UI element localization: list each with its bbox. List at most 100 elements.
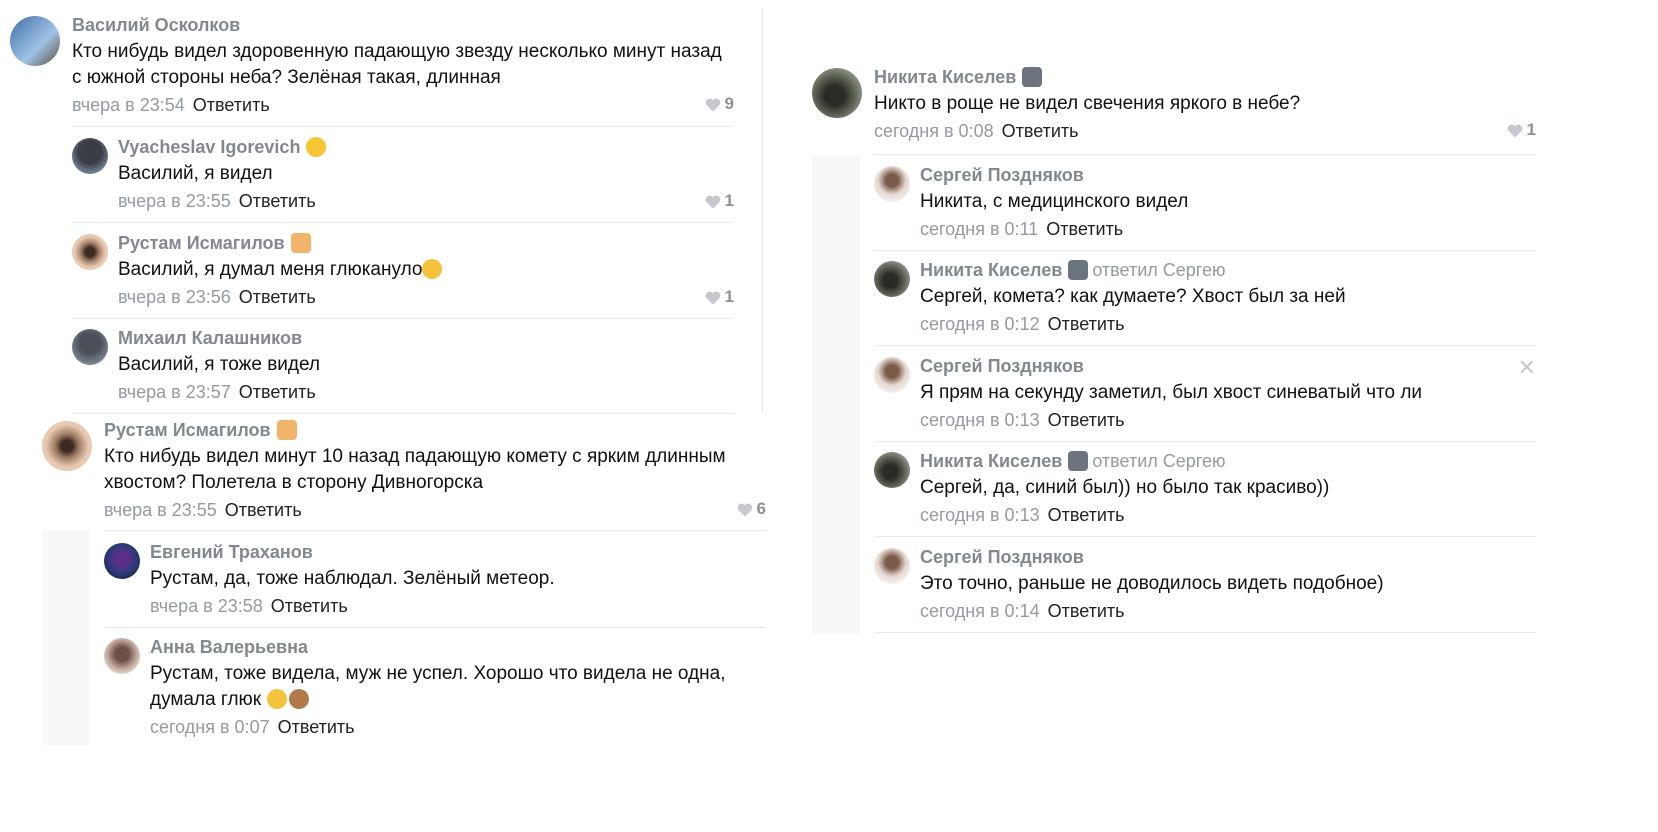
comment-time[interactable]: вчера в 23:55 [118,191,231,211]
comment-author[interactable]: Сергей Поздняков [920,546,1536,568]
thread-indent-bg [42,531,90,745]
comment-text: Я прям на секунду заметил, был хвост син… [920,382,1423,403]
comment-time[interactable]: сегодня в 0:08 [874,121,994,141]
avatar[interactable] [42,421,92,471]
comment-text: Сергей, да, синий был)) но было так крас… [920,477,1330,498]
heart-icon [737,499,757,518]
comment-time[interactable]: сегодня в 0:14 [920,601,1040,621]
like-button[interactable]: 1 [705,191,734,211]
cat-emoji-icon [276,420,297,440]
comment-author[interactable]: Евгений Траханов [150,541,766,563]
comment-text: Рустам, тоже видела, муж не успел. Хорош… [150,663,726,710]
comment-time[interactable]: вчера в 23:54 [72,95,185,115]
reply-button[interactable]: Ответить [239,191,316,211]
comment-reply: Никита Киселев ответил Сергею Сергей, да,… [874,450,1536,537]
avatar[interactable] [874,261,910,297]
comment-author[interactable]: Анна Валерьевна [150,636,766,658]
reply-button[interactable]: Ответить [1048,314,1125,334]
comment-time[interactable]: сегодня в 0:07 [150,717,270,737]
avatar[interactable] [72,138,108,174]
comment-author[interactable]: Василий Осколков [72,14,734,36]
like-count: 1 [1526,120,1536,139]
comment-time[interactable]: вчера в 23:57 [118,382,231,402]
comment-text: Никита, с медицинского видел [920,191,1189,212]
avatar[interactable] [104,638,140,674]
comment-author[interactable]: Никита Киселев [874,66,1536,88]
avatar[interactable] [874,452,910,488]
comment-text: Сергей, комета? как думаете? Хвост был з… [920,286,1346,307]
reply-button[interactable]: Ответить [239,287,316,307]
comment-root: Никита Киселев Никто в роще не видел све… [812,66,1536,155]
comment-reply: Никита Киселев ответил Сергею Сергей, ком… [874,259,1536,346]
comment-time[interactable]: вчера в 23:55 [104,500,217,520]
reply-button[interactable]: Ответить [225,500,302,520]
avatar[interactable] [72,329,108,365]
avatar[interactable] [874,357,910,393]
comment-text: Кто нибудь видел минут 10 назад падающую… [104,446,726,493]
comment-text: Василий, я видел [118,163,273,184]
comment-author[interactable]: Рустам Исмагилов [104,419,766,441]
comment-text: Никто в роще не видел свечения яркого в … [874,93,1301,114]
like-count: 6 [756,499,766,518]
separator [874,345,1536,346]
comment-time[interactable]: сегодня в 0:12 [920,314,1040,334]
separator [874,250,1536,251]
like-button[interactable]: 6 [737,499,766,519]
like-button[interactable]: 1 [1507,120,1536,140]
comment-time[interactable]: сегодня в 0:13 [920,505,1040,525]
comment-root: Рустам Исмагилов Кто нибудь видел минут … [42,419,766,531]
reply-button[interactable]: Ответить [1002,121,1079,141]
technologist-emoji-icon [1068,451,1089,471]
close-icon[interactable]: ✕ [1518,355,1536,381]
reply-button[interactable]: Ответить [271,596,348,616]
comment-author[interactable]: Михаил Калашников [118,327,734,349]
replied-to[interactable]: ответил Сергею [1092,451,1225,471]
comment-reply: Евгений Траханов Рустам, да, тоже наблюд… [104,541,766,628]
comment-reply: Анна Валерьевна Рустам, тоже видела, муж… [104,636,766,746]
avatar[interactable] [812,68,862,118]
comment-author[interactable]: Рустам Исмагилов [118,232,734,254]
comment-reply: Сергей Поздняков Я прям на секунду замет… [874,355,1536,442]
comment-author[interactable]: Сергей Поздняков [920,164,1536,186]
like-button[interactable]: 1 [705,287,734,307]
reply-button[interactable]: Ответить [1048,410,1125,430]
comment-time[interactable]: вчера в 23:58 [150,596,263,616]
comment-text: Василий, я тоже видел [118,354,321,375]
avatar[interactable] [874,548,910,584]
cat-emoji-icon [290,233,311,253]
avatar[interactable] [874,166,910,202]
comment-author[interactable]: Vyacheslav Igorevich [118,136,734,158]
reply-button[interactable]: Ответить [193,95,270,115]
like-count: 1 [724,191,734,210]
comment-time[interactable]: вчера в 23:56 [118,287,231,307]
reply-button[interactable]: Ответить [278,717,355,737]
avatar[interactable] [10,16,60,66]
like-button[interactable]: 9 [705,94,734,114]
comment-text: Это точно, раньше не доводилось видеть п… [920,573,1384,594]
comment-time[interactable]: сегодня в 0:11 [920,219,1038,239]
comment-time[interactable]: сегодня в 0:13 [920,410,1040,430]
tears-of-joy-emoji-icon [267,689,288,709]
avatar[interactable] [72,234,108,270]
separator [104,627,766,628]
comment-author[interactable]: Никита Киселев ответил Сергею [920,450,1536,472]
technologist-emoji-icon [1022,67,1043,87]
comment-author[interactable]: Сергей Поздняков [920,355,1536,377]
separator [72,318,734,319]
reply-button[interactable]: Ответить [1048,505,1125,525]
technologist-emoji-icon [1068,260,1089,280]
avatar[interactable] [104,543,140,579]
rofl-emoji-icon [422,259,443,279]
see-no-evil-monkey-emoji-icon [289,689,310,709]
emoji-icon [306,137,327,157]
replied-to[interactable]: ответил Сергею [1092,260,1225,280]
comment-reply: Сергей Поздняков Никита, с медицинского … [874,164,1536,251]
comment-reply: Рустам Исмагилов Василий, я думал меня г… [72,232,734,319]
reply-button[interactable]: Ответить [1046,219,1123,239]
reply-button[interactable]: Ответить [1048,601,1125,621]
comment-author[interactable]: Никита Киселев ответил Сергею [920,259,1536,281]
comment-reply: Михаил Калашников Василий, я тоже видел … [72,327,734,414]
comment-root: Василий Осколков Кто нибудь видел здоров… [10,14,734,127]
reply-button[interactable]: Ответить [239,382,316,402]
separator [72,413,734,414]
